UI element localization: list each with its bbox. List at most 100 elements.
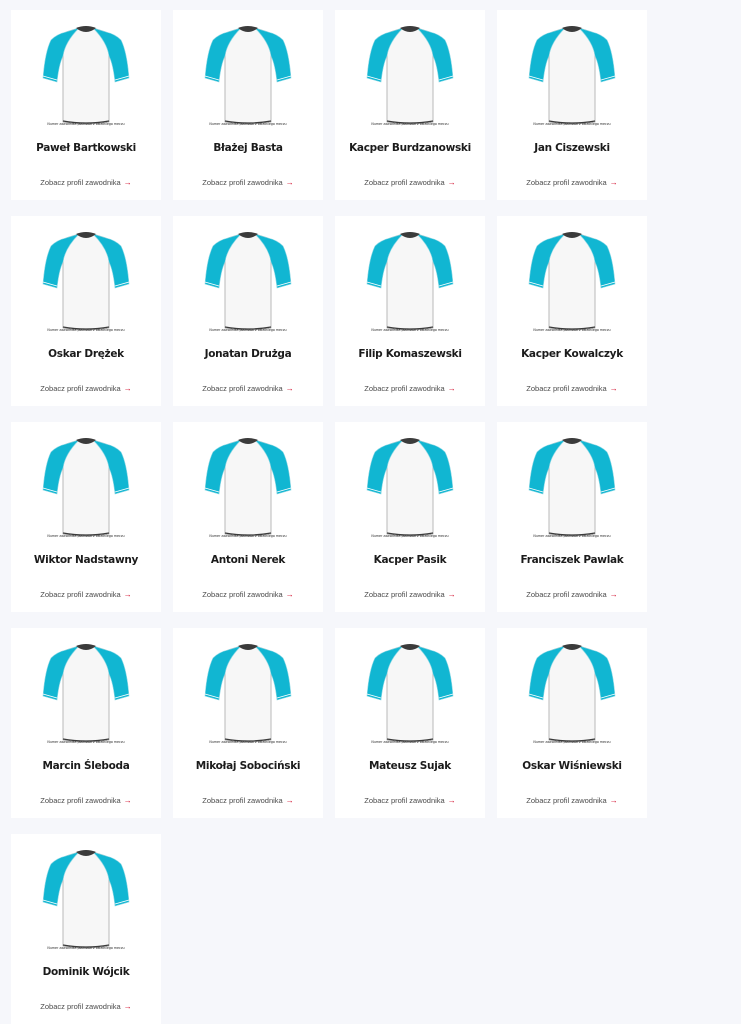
- player-name[interactable]: Dominik Wójcik: [11, 966, 161, 978]
- player-card[interactable]: Numer zawodnika pochodzi z ostatniego me…: [335, 628, 485, 818]
- profile-link-label[interactable]: Zobacz profil zawodnika: [202, 178, 282, 187]
- jersey-caption: Numer zawodnika pochodzi z ostatniego me…: [371, 328, 449, 332]
- profile-link-label[interactable]: Zobacz profil zawodnika: [526, 178, 606, 187]
- jersey-icon: [201, 434, 295, 538]
- profile-link-label[interactable]: Zobacz profil zawodnika: [526, 796, 606, 805]
- profile-link[interactable]: Zobacz profil zawodnika →: [11, 590, 161, 599]
- profile-link-label[interactable]: Zobacz profil zawodnika: [40, 590, 120, 599]
- jersey-icon: [39, 640, 133, 744]
- jersey-icon: [525, 22, 619, 126]
- profile-link[interactable]: Zobacz profil zawodnika →: [11, 796, 161, 805]
- profile-link[interactable]: Zobacz profil zawodnika →: [497, 178, 647, 187]
- player-card[interactable]: Numer zawodnika pochodzi z ostatniego me…: [497, 628, 647, 818]
- player-name[interactable]: Kacper Pasik: [335, 554, 485, 566]
- jersey-caption: Numer zawodnika pochodzi z ostatniego me…: [209, 534, 287, 538]
- player-name[interactable]: Kacper Burdzanowski: [335, 142, 485, 154]
- player-card[interactable]: Numer zawodnika pochodzi z ostatniego me…: [11, 216, 161, 406]
- player-card[interactable]: Numer zawodnika pochodzi z ostatniego me…: [335, 10, 485, 200]
- jersey-icon: [363, 228, 457, 332]
- profile-link-label[interactable]: Zobacz profil zawodnika: [526, 590, 606, 599]
- profile-link-label[interactable]: Zobacz profil zawodnika: [40, 384, 120, 393]
- jersey-caption: Numer zawodnika pochodzi z ostatniego me…: [209, 328, 287, 332]
- player-name[interactable]: Mateusz Sujak: [335, 760, 485, 772]
- profile-link-label[interactable]: Zobacz profil zawodnika: [40, 178, 120, 187]
- player-name[interactable]: Mikołaj Sobociński: [173, 760, 323, 772]
- profile-link-label[interactable]: Zobacz profil zawodnika: [364, 384, 444, 393]
- profile-link[interactable]: Zobacz profil zawodnika →: [173, 384, 323, 393]
- jersey-icon: [201, 228, 295, 332]
- profile-link[interactable]: Zobacz profil zawodnika →: [11, 384, 161, 393]
- arrow-right-icon: →: [447, 384, 456, 393]
- player-name[interactable]: Oskar Drężek: [11, 348, 161, 360]
- profile-link-label[interactable]: Zobacz profil zawodnika: [202, 384, 282, 393]
- jersey-icon: [525, 434, 619, 538]
- player-name[interactable]: Antoni Nerek: [173, 554, 323, 566]
- profile-link[interactable]: Zobacz profil zawodnika →: [173, 590, 323, 599]
- player-card[interactable]: Numer zawodnika pochodzi z ostatniego me…: [173, 422, 323, 612]
- jersey-caption: Numer zawodnika pochodzi z ostatniego me…: [47, 328, 125, 332]
- player-card[interactable]: Numer zawodnika pochodzi z ostatniego me…: [497, 216, 647, 406]
- player-name[interactable]: Wiktor Nadstawny: [11, 554, 161, 566]
- jersey-caption: Numer zawodnika pochodzi z ostatniego me…: [47, 534, 125, 538]
- profile-link-label[interactable]: Zobacz profil zawodnika: [526, 384, 606, 393]
- player-card[interactable]: Numer zawodnika pochodzi z ostatniego me…: [173, 628, 323, 818]
- profile-link-label[interactable]: Zobacz profil zawodnika: [40, 1002, 120, 1011]
- player-name[interactable]: Franciszek Pawlak: [497, 554, 647, 566]
- profile-link[interactable]: Zobacz profil zawodnika →: [173, 796, 323, 805]
- profile-link[interactable]: Zobacz profil zawodnika →: [335, 178, 485, 187]
- profile-link[interactable]: Zobacz profil zawodnika →: [497, 384, 647, 393]
- player-card[interactable]: Numer zawodnika pochodzi z ostatniego me…: [335, 422, 485, 612]
- profile-link[interactable]: Zobacz profil zawodnika →: [11, 178, 161, 187]
- jersey-caption: Numer zawodnika pochodzi z ostatniego me…: [47, 946, 125, 950]
- profile-link[interactable]: Zobacz profil zawodnika →: [335, 590, 485, 599]
- player-card[interactable]: Numer zawodnika pochodzi z ostatniego me…: [11, 628, 161, 818]
- profile-link[interactable]: Zobacz profil zawodnika →: [497, 796, 647, 805]
- jersey-icon: [525, 640, 619, 744]
- player-name[interactable]: Błażej Basta: [173, 142, 323, 154]
- jersey-icon: [201, 22, 295, 126]
- profile-link[interactable]: Zobacz profil zawodnika →: [335, 796, 485, 805]
- player-card[interactable]: Numer zawodnika pochodzi z ostatniego me…: [497, 422, 647, 612]
- player-card[interactable]: Numer zawodnika pochodzi z ostatniego me…: [11, 10, 161, 200]
- jersey-caption: Numer zawodnika pochodzi z ostatniego me…: [47, 122, 125, 126]
- profile-link[interactable]: Zobacz profil zawodnika →: [497, 590, 647, 599]
- profile-link-label[interactable]: Zobacz profil zawodnika: [364, 590, 444, 599]
- jersey-caption: Numer zawodnika pochodzi z ostatniego me…: [533, 740, 611, 744]
- player-name[interactable]: Filip Komaszewski: [335, 348, 485, 360]
- arrow-right-icon: →: [609, 384, 618, 393]
- player-card[interactable]: Numer zawodnika pochodzi z ostatniego me…: [173, 10, 323, 200]
- jersey-caption: Numer zawodnika pochodzi z ostatniego me…: [47, 740, 125, 744]
- profile-link[interactable]: Zobacz profil zawodnika →: [173, 178, 323, 187]
- player-card[interactable]: Numer zawodnika pochodzi z ostatniego me…: [497, 10, 647, 200]
- arrow-right-icon: →: [123, 178, 132, 187]
- profile-link[interactable]: Zobacz profil zawodnika →: [11, 1002, 161, 1011]
- jersey-caption: Numer zawodnika pochodzi z ostatniego me…: [371, 122, 449, 126]
- player-name[interactable]: Paweł Bartkowski: [11, 142, 161, 154]
- jersey-icon: [525, 228, 619, 332]
- jersey-icon: [39, 846, 133, 950]
- player-name[interactable]: Marcin Śleboda: [11, 760, 161, 772]
- arrow-right-icon: →: [123, 1002, 132, 1011]
- arrow-right-icon: →: [123, 796, 132, 805]
- arrow-right-icon: →: [609, 796, 618, 805]
- profile-link[interactable]: Zobacz profil zawodnika →: [335, 384, 485, 393]
- player-card[interactable]: Numer zawodnika pochodzi z ostatniego me…: [173, 216, 323, 406]
- player-card[interactable]: Numer zawodnika pochodzi z ostatniego me…: [11, 422, 161, 612]
- player-card[interactable]: Numer zawodnika pochodzi z ostatniego me…: [335, 216, 485, 406]
- player-name[interactable]: Kacper Kowalczyk: [497, 348, 647, 360]
- arrow-right-icon: →: [609, 590, 618, 599]
- profile-link-label[interactable]: Zobacz profil zawodnika: [202, 796, 282, 805]
- jersey-icon: [363, 434, 457, 538]
- player-card[interactable]: Numer zawodnika pochodzi z ostatniego me…: [11, 834, 161, 1024]
- profile-link-label[interactable]: Zobacz profil zawodnika: [364, 178, 444, 187]
- jersey-icon: [39, 228, 133, 332]
- profile-link-label[interactable]: Zobacz profil zawodnika: [202, 590, 282, 599]
- profile-link-label[interactable]: Zobacz profil zawodnika: [40, 796, 120, 805]
- arrow-right-icon: →: [285, 178, 294, 187]
- profile-link-label[interactable]: Zobacz profil zawodnika: [364, 796, 444, 805]
- jersey-icon: [201, 640, 295, 744]
- player-name[interactable]: Jan Ciszewski: [497, 142, 647, 154]
- player-name[interactable]: Oskar Wiśniewski: [497, 760, 647, 772]
- jersey-caption: Numer zawodnika pochodzi z ostatniego me…: [209, 740, 287, 744]
- player-name[interactable]: Jonatan Drużga: [173, 348, 323, 360]
